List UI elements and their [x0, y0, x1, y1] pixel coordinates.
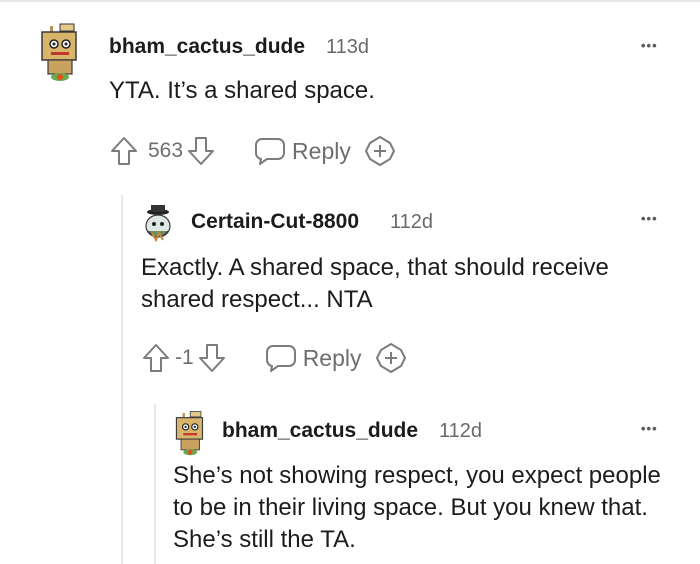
reply-button[interactable]: Reply: [254, 136, 351, 166]
username[interactable]: bham_cactus_dude: [109, 35, 305, 59]
comment-age: 113d: [326, 36, 370, 58]
comment-actions: 563 Reply: [109, 134, 396, 168]
comment-age: 112d: [390, 211, 434, 233]
comment-age: 112d: [439, 420, 483, 442]
username[interactable]: Certain-Cut-8800: [191, 210, 359, 234]
arrow-up-outline-icon[interactable]: [109, 135, 139, 167]
robot-avatar-icon: [145, 205, 171, 243]
comment-text: YTA. It’s a shared space.: [109, 77, 375, 104]
top-divider: [0, 0, 700, 2]
arrow-down-outline-icon[interactable]: [197, 342, 227, 374]
speech-bubble-icon: [265, 345, 296, 372]
vote-score: 563: [148, 139, 184, 162]
reply-button[interactable]: Reply: [265, 343, 362, 373]
comment-actions: -1 Reply: [141, 341, 407, 375]
arrow-down-outline-icon[interactable]: [186, 135, 216, 167]
more-options-icon[interactable]: •••: [641, 212, 658, 225]
thread-line-level-1[interactable]: [121, 195, 123, 564]
thread-line-level-2[interactable]: [154, 404, 156, 564]
comment-text: Exactly. A shared space, that should rec…: [141, 254, 609, 313]
speech-bubble-icon: [255, 138, 286, 165]
more-options-icon[interactable]: •••: [641, 422, 658, 435]
avatar[interactable]: [138, 203, 178, 243]
reply-label: Reply: [292, 137, 351, 164]
arrow-up-outline-icon[interactable]: [141, 342, 171, 374]
reply-label: Reply: [302, 344, 362, 371]
robot-avatar-icon: [175, 411, 204, 456]
more-options-icon[interactable]: •••: [641, 39, 658, 52]
vote-score: -1: [175, 346, 194, 369]
robot-avatar-icon: [41, 23, 77, 81]
award-plus-icon[interactable]: [375, 342, 407, 374]
username[interactable]: bham_cactus_dude: [222, 419, 418, 443]
avatar[interactable]: [171, 410, 211, 456]
avatar[interactable]: [38, 22, 84, 82]
comment-text: She’s not showing respect, you expect pe…: [173, 462, 661, 553]
award-plus-icon[interactable]: [364, 135, 396, 167]
